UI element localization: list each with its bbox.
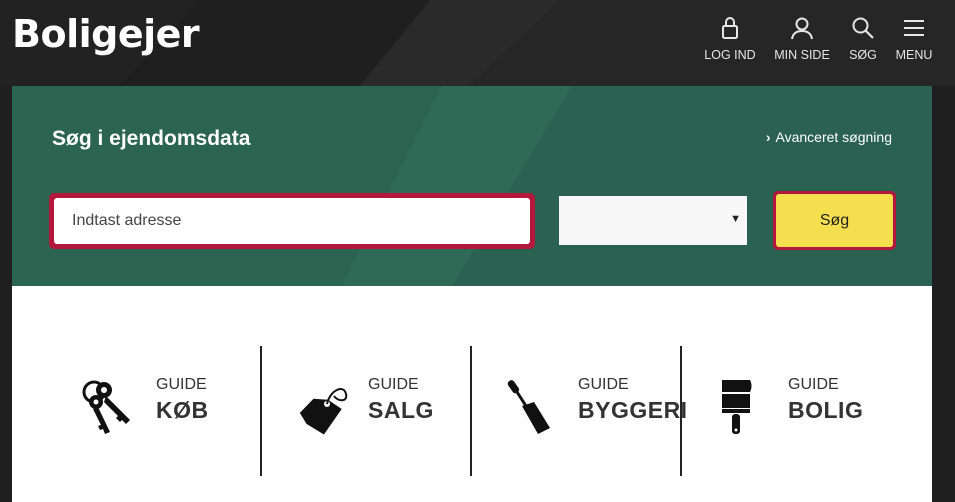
- search-button[interactable]: Søg: [773, 191, 896, 250]
- dropdown-arrow-icon: ▼: [730, 213, 741, 225]
- guide-byggeri-small: GUIDE: [578, 376, 629, 393]
- top-navigation-bar: Boligejer LOG IND MIN SIDE SØG MENU: [0, 0, 955, 86]
- guide-salg[interactable]: GUIDE SALG: [294, 346, 504, 476]
- search-icon: [852, 17, 874, 39]
- boligejer-logo[interactable]: Boligejer: [12, 12, 200, 56]
- guides-section: GUIDE KØB GUIDE SALG GUIDE BYGGERI GUIDE…: [12, 286, 932, 502]
- address-input[interactable]: [54, 198, 530, 244]
- guide-byggeri[interactable]: GUIDE BYGGERI: [504, 346, 714, 476]
- trowel-icon: [507, 380, 550, 434]
- search-button-label: Søg: [776, 194, 893, 247]
- nav-log-ind[interactable]: LOG IND: [700, 16, 760, 62]
- guide-bolig-small: GUIDE: [788, 376, 839, 393]
- search-title: Søg i ejendomsdata: [52, 127, 251, 150]
- property-search-panel: Søg i ejendomsdata ›Avanceret søgning ▼ …: [12, 86, 932, 286]
- hamburger-menu-icon: [904, 20, 924, 36]
- guide-byggeri-title: BYGGERI: [578, 397, 688, 423]
- paintbrush-icon: [722, 380, 752, 434]
- guide-bolig-title: BOLIG: [788, 397, 864, 423]
- keys-icon: [82, 380, 130, 434]
- nav-min-side[interactable]: MIN SIDE: [772, 16, 832, 62]
- chevron-right-icon: ›: [765, 129, 771, 145]
- panel-decoration: [342, 86, 932, 286]
- advanced-search-link[interactable]: › Avanceret søgning: [766, 129, 892, 145]
- guide-divider: [680, 346, 682, 476]
- guide-koeb-title: KØB: [156, 397, 209, 423]
- user-icon: [791, 17, 813, 40]
- guide-divider: [470, 346, 472, 476]
- guide-salg-title: SALG: [368, 397, 434, 423]
- address-field-wrapper: [49, 193, 535, 249]
- nav-log-ind-label: LOG IND: [704, 48, 756, 62]
- nav-soeg-label: SØG: [849, 48, 877, 62]
- guide-koeb-small: GUIDE: [156, 376, 207, 393]
- municipality-select[interactable]: ▼: [559, 196, 747, 245]
- guide-divider: [260, 346, 262, 476]
- guide-bolig[interactable]: GUIDE BOLIG: [714, 346, 924, 476]
- guide-salg-small: GUIDE: [368, 376, 419, 393]
- nav-min-side-label: MIN SIDE: [774, 48, 830, 62]
- lock-icon: [722, 17, 738, 39]
- nav-menu-label: MENU: [895, 48, 933, 62]
- nav-menu[interactable]: MENU: [884, 16, 944, 62]
- price-tag-icon: [299, 388, 348, 435]
- advanced-search-label: Avanceret søgning: [775, 129, 892, 145]
